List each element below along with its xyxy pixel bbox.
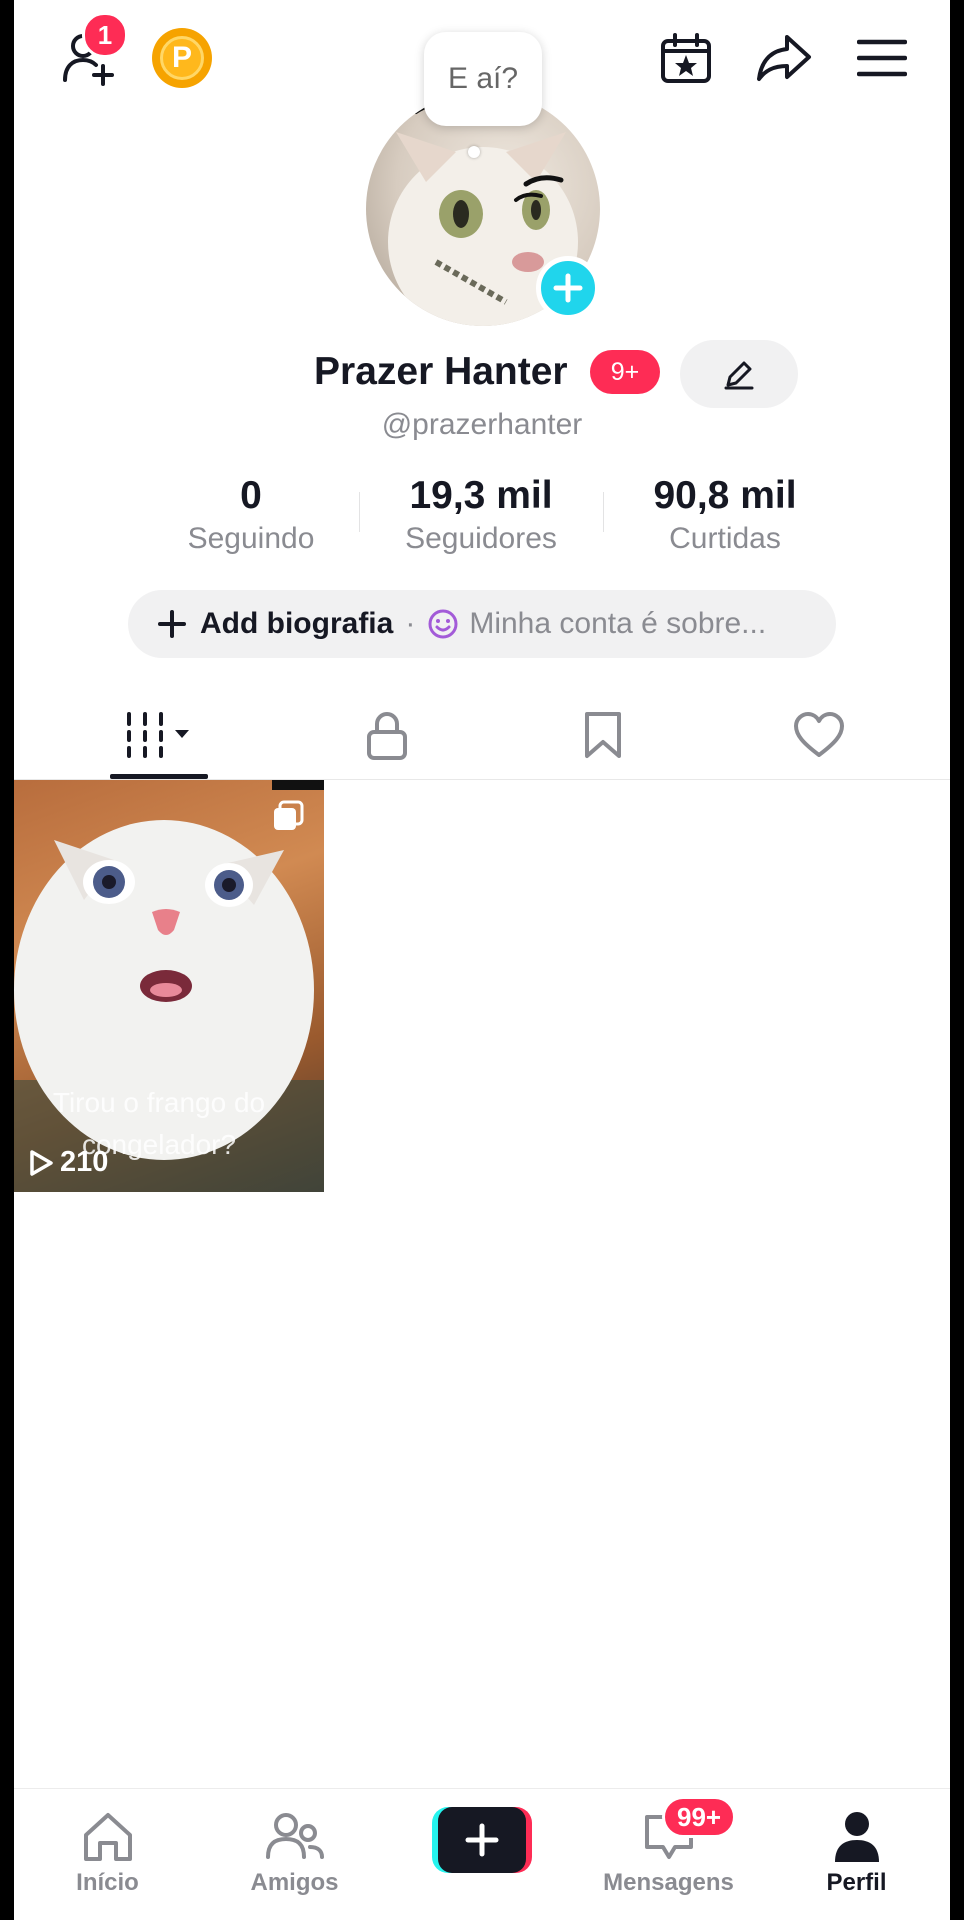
stat-value: 90,8 mil <box>653 474 797 517</box>
add-avatar-button[interactable] <box>536 256 600 320</box>
nav-label: Perfil <box>826 1869 887 1896</box>
content-tabs <box>14 690 950 780</box>
name-badge[interactable]: 9+ <box>590 350 660 394</box>
plus-icon <box>158 610 186 638</box>
create-button[interactable] <box>431 1807 532 1873</box>
edit-profile-button[interactable] <box>680 340 798 408</box>
nav-home[interactable]: Início <box>14 1789 201 1920</box>
heart-icon <box>794 712 844 757</box>
profile-screen: 1 P E aí? Prazer Hanter 9+ @prazerhanter… <box>14 0 950 1920</box>
stat-label: Curtidas <box>669 522 781 555</box>
thumbnail-edge <box>272 780 324 790</box>
stat-divider <box>359 492 360 532</box>
home-icon <box>83 1813 132 1861</box>
active-tab-indicator <box>110 774 208 779</box>
stat-value: 19,3 mil <box>409 474 553 517</box>
nav-friends[interactable]: Amigos <box>201 1789 388 1920</box>
tab-videos[interactable] <box>42 690 276 780</box>
coin-icon: P <box>160 36 204 80</box>
nav-profile[interactable]: Perfil <box>763 1789 950 1920</box>
view-count: 210 <box>60 1146 109 1178</box>
tab-private[interactable] <box>270 690 504 780</box>
username-handle: @prazerhanter <box>381 408 583 441</box>
stat-value: 0 <box>240 474 262 517</box>
events-calendar-button[interactable] <box>654 26 718 90</box>
share-arrow-icon <box>757 35 811 81</box>
plus-icon <box>465 1823 498 1857</box>
speech-bubble[interactable]: E aí? <box>424 32 542 126</box>
stat-likes[interactable]: 90,8 mil Curtidas <box>610 474 840 556</box>
nav-create[interactable] <box>388 1789 575 1920</box>
videos-grid-icon <box>127 712 189 758</box>
plus-icon <box>553 273 583 303</box>
friends-icon <box>265 1813 324 1859</box>
video-thumbnail[interactable]: Tirou o frango do congelador? 210 <box>14 780 324 1192</box>
display-name: Prazer Hanter <box>314 350 568 393</box>
play-icon <box>30 1149 53 1176</box>
nav-label: Mensagens <box>603 1869 734 1896</box>
stat-following[interactable]: 0 Seguindo <box>136 474 366 556</box>
hamburger-menu-icon <box>857 39 907 77</box>
carousel-icon <box>274 800 304 830</box>
add-bio-button[interactable]: Add biografia · Minha conta é sobre... <box>128 590 836 658</box>
share-profile-button[interactable] <box>752 26 816 90</box>
smiley-icon <box>428 609 458 639</box>
nav-label: Amigos <box>250 1869 339 1896</box>
bookmark-icon <box>585 712 621 758</box>
add-bio-label: Add biografia <box>200 607 394 640</box>
notification-badge: 1 <box>82 12 128 58</box>
stat-label: Seguidores <box>405 522 557 555</box>
coins-button[interactable]: P <box>152 28 212 88</box>
speech-bubble-tail <box>468 146 480 158</box>
stat-followers[interactable]: 19,3 mil Seguidores <box>366 474 596 556</box>
messages-badge: 99+ <box>662 1796 737 1838</box>
bio-prompt: Minha conta é sobre... <box>469 607 767 640</box>
profile-person-icon <box>834 1812 879 1862</box>
stat-label: Seguindo <box>187 522 315 555</box>
menu-button[interactable] <box>850 26 914 90</box>
stat-divider <box>603 492 604 532</box>
bottom-navigation: Início Amigos Mensagens Perfil <box>14 1788 950 1920</box>
calendar-star-icon <box>661 33 711 83</box>
tab-liked[interactable] <box>702 690 936 780</box>
pencil-icon <box>724 361 754 390</box>
video-views: 210 <box>28 1146 108 1179</box>
tab-favorites[interactable] <box>486 690 720 780</box>
lock-icon <box>367 712 407 760</box>
bio-separator: · <box>405 607 416 640</box>
nav-label: Início <box>76 1869 139 1896</box>
